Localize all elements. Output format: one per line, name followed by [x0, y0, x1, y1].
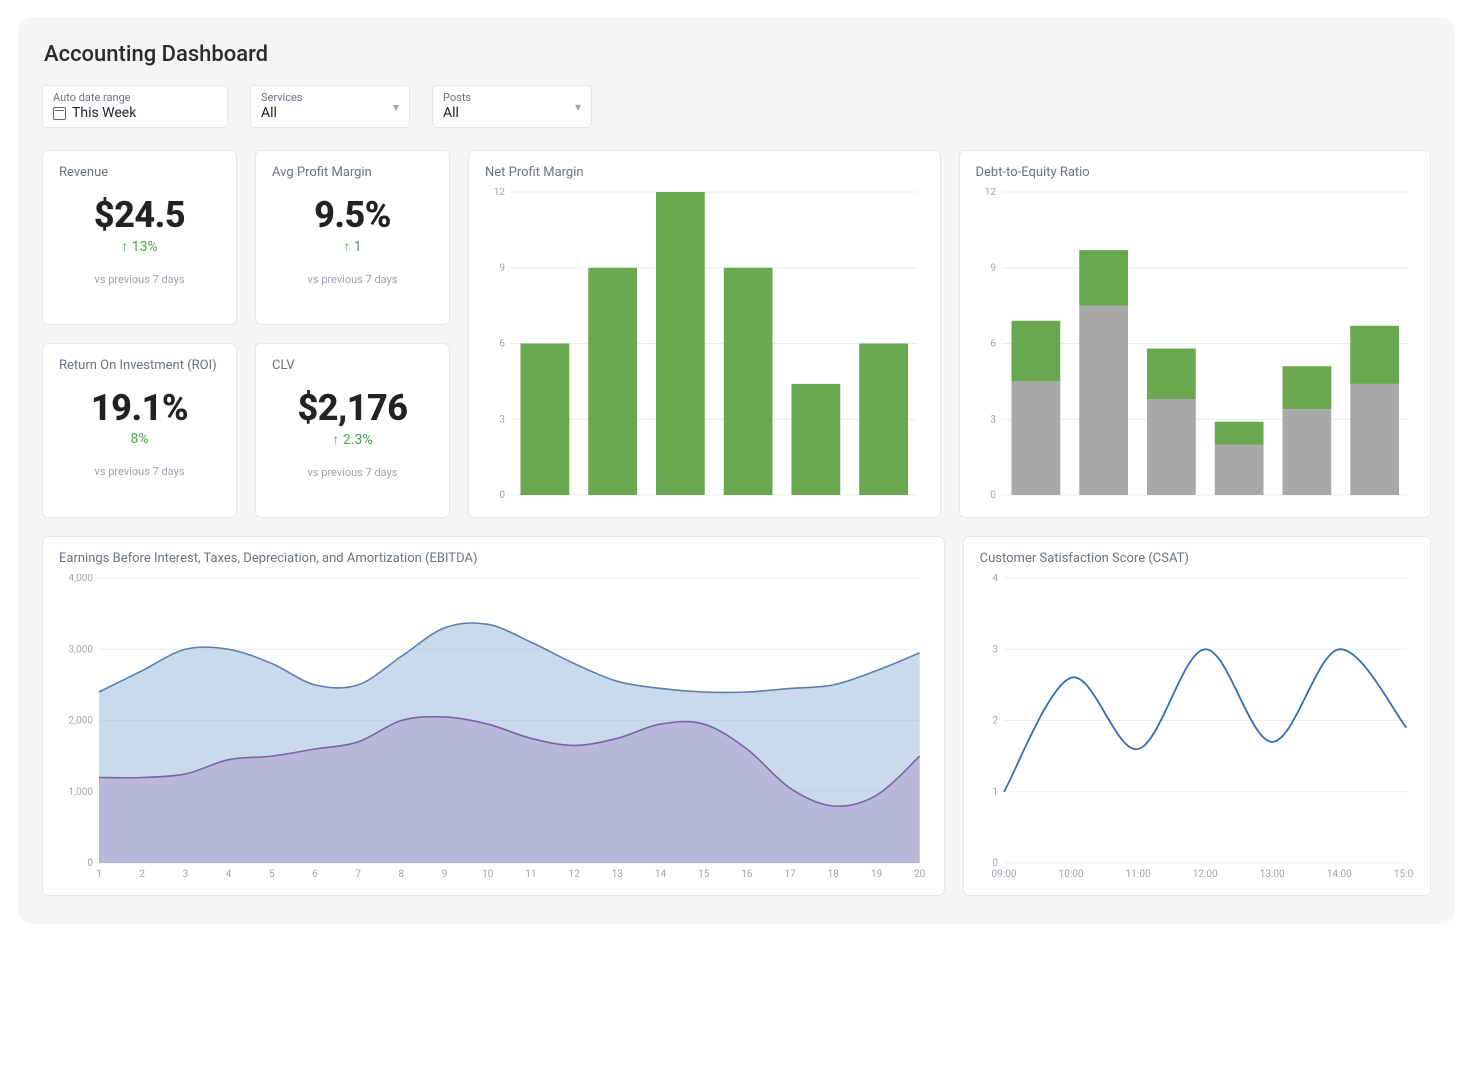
svg-text:13:00: 13:00 [1259, 869, 1284, 880]
filter-label: Posts [443, 92, 581, 103]
svg-text:13: 13 [612, 869, 623, 880]
svg-text:20: 20 [914, 869, 926, 880]
chart-canvas: 0 3 6 9 12 [485, 188, 924, 507]
filter-services[interactable]: Services All ▾ [250, 85, 410, 128]
svg-text:3: 3 [499, 414, 505, 425]
calendar-icon [53, 107, 66, 120]
svg-text:19: 19 [871, 869, 882, 880]
svg-text:7: 7 [355, 869, 361, 880]
filter-value: All [443, 105, 459, 121]
svg-text:12: 12 [569, 869, 581, 880]
filter-bar: Auto date range This Week Services All ▾… [42, 85, 1431, 128]
chart-net-profit-margin: Net Profit Margin 0 3 6 9 12 [468, 150, 941, 518]
svg-text:15: 15 [698, 869, 710, 880]
svg-text:3: 3 [992, 644, 998, 655]
kpi-subtitle: vs previous 7 days [272, 273, 433, 286]
kpi-value: $2,176 [272, 387, 433, 429]
kpi-subtitle: vs previous 7 days [59, 273, 220, 286]
kpi-value: $24.5 [59, 194, 220, 236]
svg-text:4: 4 [992, 574, 998, 584]
chevron-down-icon: ▾ [575, 100, 581, 114]
chart-csat: Customer Satisfaction Score (CSAT) 0 1 2 3 4… [963, 536, 1431, 896]
kpi-value: 19.1% [59, 387, 220, 429]
chevron-down-icon: ▾ [393, 100, 399, 114]
arrow-up-icon [343, 239, 353, 255]
filter-label: Services [261, 92, 399, 103]
dashboard: Accounting Dashboard Auto date range Thi… [18, 18, 1455, 924]
svg-text:11:00: 11:00 [1125, 869, 1150, 880]
svg-text:1,000: 1,000 [69, 787, 94, 798]
chart-canvas: 01,0002,0003,0004,0001234567891011121314… [59, 574, 928, 885]
arrow-up-icon [121, 239, 131, 255]
svg-text:2,000: 2,000 [69, 716, 94, 727]
svg-text:9: 9 [990, 263, 996, 274]
filter-date-range[interactable]: Auto date range This Week [42, 85, 228, 128]
svg-text:11: 11 [525, 869, 536, 880]
svg-text:17: 17 [784, 869, 796, 880]
svg-text:10:00: 10:00 [1058, 869, 1083, 880]
svg-text:5: 5 [269, 869, 275, 880]
svg-text:12: 12 [494, 188, 506, 198]
svg-text:0: 0 [87, 858, 93, 869]
svg-text:2: 2 [139, 869, 145, 880]
svg-text:9: 9 [442, 869, 448, 880]
svg-text:09:00: 09:00 [991, 869, 1016, 880]
kpi-grid: Revenue $24.5 13% vs previous 7 days Avg… [42, 150, 450, 518]
chart-title: Net Profit Margin [485, 165, 924, 180]
svg-text:10: 10 [482, 869, 494, 880]
svg-text:0: 0 [499, 490, 505, 501]
svg-text:12:00: 12:00 [1192, 869, 1217, 880]
kpi-delta: 1 [272, 238, 433, 255]
svg-text:2: 2 [992, 716, 998, 727]
chart-ebitda: Earnings Before Interest, Taxes, Depreci… [42, 536, 945, 896]
chart-canvas: 0 3 6 9 12 [976, 188, 1415, 507]
filter-value: All [261, 105, 277, 121]
svg-text:4: 4 [226, 869, 232, 880]
kpi-delta: 13% [59, 238, 220, 255]
kpi-subtitle: vs previous 7 days [59, 465, 220, 478]
kpi-revenue-card: Revenue $24.5 13% vs previous 7 days [42, 150, 237, 325]
kpi-label: Revenue [59, 165, 220, 180]
svg-text:3,000: 3,000 [69, 644, 94, 655]
filter-value: This Week [72, 105, 136, 121]
svg-text:14: 14 [655, 869, 667, 880]
svg-text:0: 0 [990, 490, 996, 501]
svg-text:6: 6 [312, 869, 318, 880]
filter-posts[interactable]: Posts All ▾ [432, 85, 592, 128]
svg-text:0: 0 [992, 858, 998, 869]
kpi-subtitle: vs previous 7 days [272, 466, 433, 479]
svg-text:6: 6 [990, 339, 996, 350]
svg-text:18: 18 [828, 869, 840, 880]
svg-text:9: 9 [499, 263, 505, 274]
arrow-up-icon [332, 432, 342, 448]
svg-text:3: 3 [183, 869, 189, 880]
kpi-delta: 2.3% [272, 431, 433, 448]
svg-text:4,000: 4,000 [69, 574, 94, 584]
svg-text:15:00: 15:00 [1394, 869, 1414, 880]
chart-title: Earnings Before Interest, Taxes, Depreci… [59, 551, 928, 566]
svg-text:16: 16 [741, 869, 753, 880]
kpi-roi-card: Return On Investment (ROI) 19.1% 8% vs p… [42, 343, 237, 518]
svg-text:8: 8 [399, 869, 405, 880]
svg-text:1: 1 [96, 869, 102, 880]
chart-debt-to-equity: Debt-to-Equity Ratio 0 3 6 9 12 [959, 150, 1432, 518]
svg-text:14:00: 14:00 [1326, 869, 1351, 880]
svg-text:6: 6 [499, 339, 505, 350]
kpi-delta: 8% [59, 431, 220, 447]
svg-text:12: 12 [984, 188, 996, 198]
kpi-profit-margin-card: Avg Profit Margin 9.5% 1 vs previous 7 d… [255, 150, 450, 325]
svg-text:3: 3 [990, 414, 996, 425]
kpi-label: Avg Profit Margin [272, 165, 433, 180]
kpi-clv-card: CLV $2,176 2.3% vs previous 7 days [255, 343, 450, 518]
kpi-value: 9.5% [272, 194, 433, 236]
kpi-label: CLV [272, 358, 433, 373]
chart-canvas: 0 1 2 3 4 09:00 10:00 11:00 12:00 13:00 14:00 15:00 [980, 574, 1414, 885]
kpi-label: Return On Investment (ROI) [59, 358, 220, 373]
chart-title: Customer Satisfaction Score (CSAT) [980, 551, 1414, 566]
chart-title: Debt-to-Equity Ratio [976, 165, 1415, 180]
page-title: Accounting Dashboard [44, 42, 1431, 67]
filter-label: Auto date range [53, 92, 217, 103]
svg-text:1: 1 [992, 787, 998, 798]
